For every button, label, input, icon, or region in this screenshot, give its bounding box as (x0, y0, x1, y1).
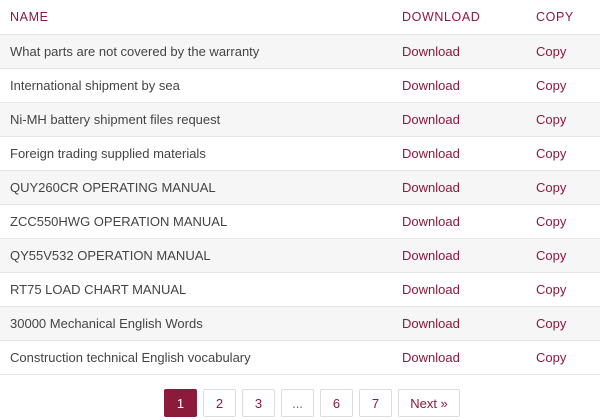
copy-link[interactable]: Copy (536, 282, 566, 297)
document-name: RT75 LOAD CHART MANUAL (10, 282, 187, 297)
header-copy: COPY (536, 10, 574, 24)
documents-table: NAME DOWNLOAD COPY What parts are not co… (0, 0, 600, 375)
download-cell: Download (392, 146, 526, 161)
page-button-2[interactable]: 2 (203, 389, 236, 417)
copy-cell: Copy (526, 248, 600, 263)
download-cell: Download (392, 282, 526, 297)
copy-link[interactable]: Copy (536, 214, 566, 229)
download-cell: Download (392, 112, 526, 127)
copy-cell: Copy (526, 44, 600, 59)
document-name: QY55V532 OPERATION MANUAL (10, 248, 211, 263)
table-row: Foreign trading supplied materials Downlo… (0, 137, 600, 171)
download-cell: Download (392, 350, 526, 365)
download-cell: Download (392, 248, 526, 263)
copy-cell: Copy (526, 282, 600, 297)
copy-cell: Copy (526, 316, 600, 331)
download-link[interactable]: Download (402, 44, 460, 59)
document-name: 30000 Mechanical English Words (10, 316, 203, 331)
document-name: QUY260CR OPERATING MANUAL (10, 180, 216, 195)
table-row: ZCC550HWG OPERATION MANUAL Download Copy (0, 205, 600, 239)
download-link[interactable]: Download (402, 248, 460, 263)
copy-link[interactable]: Copy (536, 316, 566, 331)
document-name: ZCC550HWG OPERATION MANUAL (10, 214, 228, 229)
copy-link[interactable]: Copy (536, 350, 566, 365)
table-row: International shipment by sea Download Cop… (0, 69, 600, 103)
table-row: Ni-MH battery shipment files request Down… (0, 103, 600, 137)
copy-link[interactable]: Copy (536, 146, 566, 161)
table-row: QY55V532 OPERATION MANUAL Download Copy (0, 239, 600, 273)
pagination: 1 2 3... 6 7 Next » (164, 389, 460, 417)
page-button-7[interactable]: 7 (359, 389, 392, 417)
document-name: What parts are not covered by the warran… (10, 44, 260, 59)
document-name: Ni-MH battery shipment files request (10, 112, 221, 127)
table-row: Construction technical English vocabular… (0, 341, 600, 375)
page-button-6[interactable]: 6 (320, 389, 353, 417)
copy-cell: Copy (526, 78, 600, 93)
document-name: Foreign trading supplied materials (10, 146, 206, 161)
download-link[interactable]: Download (402, 316, 460, 331)
table-header: NAME DOWNLOAD COPY (0, 0, 600, 35)
download-link[interactable]: Download (402, 146, 460, 161)
copy-link[interactable]: Copy (536, 44, 566, 59)
copy-link[interactable]: Copy (536, 112, 566, 127)
copy-link[interactable]: Copy (536, 248, 566, 263)
page-button-1[interactable]: 1 (164, 389, 197, 417)
download-link[interactable]: Download (402, 282, 460, 297)
copy-cell: Copy (526, 214, 600, 229)
download-cell: Download (392, 78, 526, 93)
copy-cell: Copy (526, 146, 600, 161)
table-row: What parts are not covered by the warran… (0, 35, 600, 69)
copy-cell: Copy (526, 112, 600, 127)
pagination-ellipsis: ... (281, 389, 314, 417)
header-download: DOWNLOAD (402, 10, 481, 24)
download-link[interactable]: Download (402, 350, 460, 365)
copy-link[interactable]: Copy (536, 180, 566, 195)
copy-cell: Copy (526, 180, 600, 195)
download-link[interactable]: Download (402, 214, 460, 229)
table-row: QUY260CR OPERATING MANUAL Download Copy (0, 171, 600, 205)
download-link[interactable]: Download (402, 180, 460, 195)
copy-link[interactable]: Copy (536, 78, 566, 93)
download-cell: Download (392, 180, 526, 195)
download-link[interactable]: Download (402, 78, 460, 93)
copy-cell: Copy (526, 350, 600, 365)
document-name: International shipment by sea (10, 78, 180, 93)
table-body: What parts are not covered by the warran… (0, 35, 600, 375)
table-row: RT75 LOAD CHART MANUAL Download Copy (0, 273, 600, 307)
download-link[interactable]: Download (402, 112, 460, 127)
document-name: Construction technical English vocabular… (10, 350, 251, 365)
download-cell: Download (392, 44, 526, 59)
header-name: NAME (10, 10, 49, 24)
table-row: 30000 Mechanical English Words Download Co… (0, 307, 600, 341)
page-button-3[interactable]: 3 (242, 389, 275, 417)
download-cell: Download (392, 316, 526, 331)
download-cell: Download (392, 214, 526, 229)
next-page-button[interactable]: Next » (398, 389, 460, 417)
